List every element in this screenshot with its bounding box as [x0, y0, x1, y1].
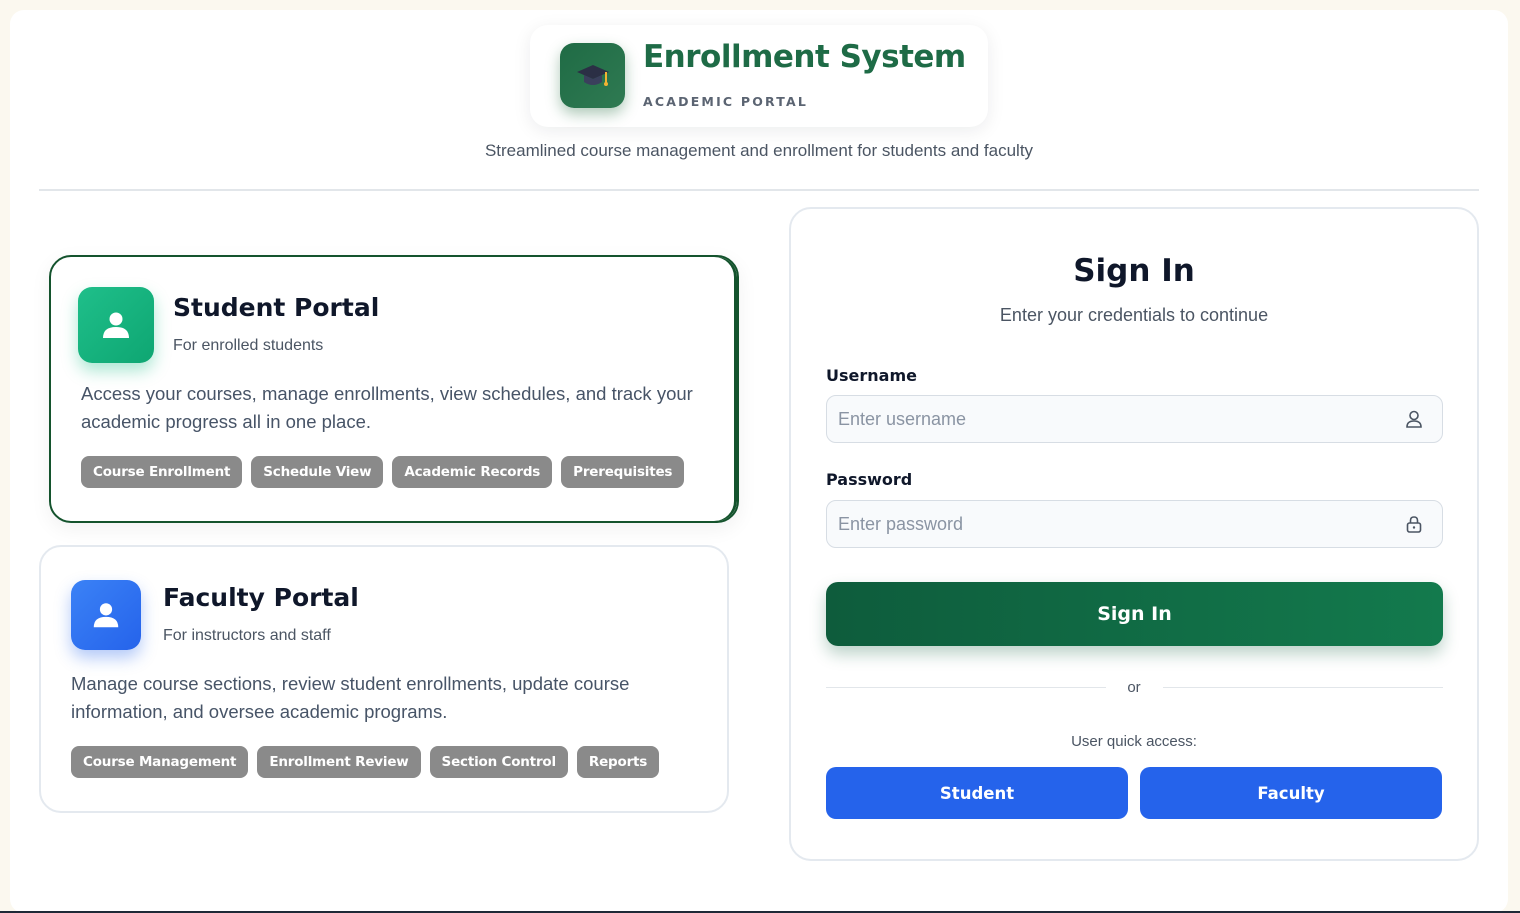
signin-subtitle: Enter your credentials to continue [999, 305, 1269, 325]
student-portal-subtitle: For enrolled students [173, 337, 324, 354]
faculty-portal-card[interactable]: Faculty Portal For instructors and staff… [39, 545, 729, 813]
username-field-wrapper [826, 395, 1443, 443]
user-icon [1406, 410, 1422, 428]
feature-tag: Course Management [71, 746, 249, 778]
feature-tag: Course Enrollment [81, 456, 243, 488]
feature-tag: Section Control [429, 746, 568, 778]
brand-header: Enrollment System ACADEMIC PORTAL [530, 25, 988, 127]
password-label: Password [826, 470, 913, 489]
username-label: Username [826, 366, 917, 385]
tagline: Streamlined course management and enroll… [484, 141, 1034, 160]
student-user-icon [78, 287, 154, 363]
quick-access-label: User quick access: [1071, 733, 1197, 750]
quick-access-student-button[interactable]: Student [826, 767, 1128, 819]
feature-tag: Prerequisites [561, 456, 685, 488]
student-portal-description: Access your courses, manage enrollments,… [81, 383, 693, 432]
faculty-portal-title: Faculty Portal [163, 583, 359, 612]
header-divider [39, 189, 1479, 191]
brand-subtitle: ACADEMIC PORTAL [643, 94, 809, 109]
faculty-portal-subtitle: For instructors and staff [163, 627, 331, 644]
signin-title: Sign In [1073, 253, 1195, 289]
student-portal-tags: Course Enrollment Schedule View Academic… [81, 456, 685, 488]
brand-title: Enrollment System [643, 39, 966, 75]
signin-card: Sign In Enter your credentials to contin… [789, 207, 1479, 861]
faculty-user-icon [71, 580, 141, 650]
password-input[interactable] [827, 501, 1442, 547]
username-input[interactable] [827, 396, 1442, 442]
faculty-portal-description: Manage course sections, review student e… [71, 673, 630, 722]
password-field-wrapper [826, 500, 1443, 548]
feature-tag: Enrollment Review [257, 746, 421, 778]
signin-button[interactable]: Sign In [826, 582, 1443, 646]
student-portal-title: Student Portal [173, 293, 380, 322]
or-text: or [1127, 679, 1141, 696]
faculty-portal-tags: Course Management Enrollment Review Sect… [71, 746, 660, 778]
student-portal-card[interactable]: Student Portal For enrolled students Acc… [49, 255, 739, 523]
quick-access-faculty-button[interactable]: Faculty [1140, 767, 1442, 819]
feature-tag: Schedule View [251, 456, 384, 488]
feature-tag: Reports [576, 746, 660, 778]
feature-tag: Academic Records [392, 456, 553, 488]
graduation-cap-icon [560, 43, 625, 108]
lock-icon [1406, 516, 1422, 533]
